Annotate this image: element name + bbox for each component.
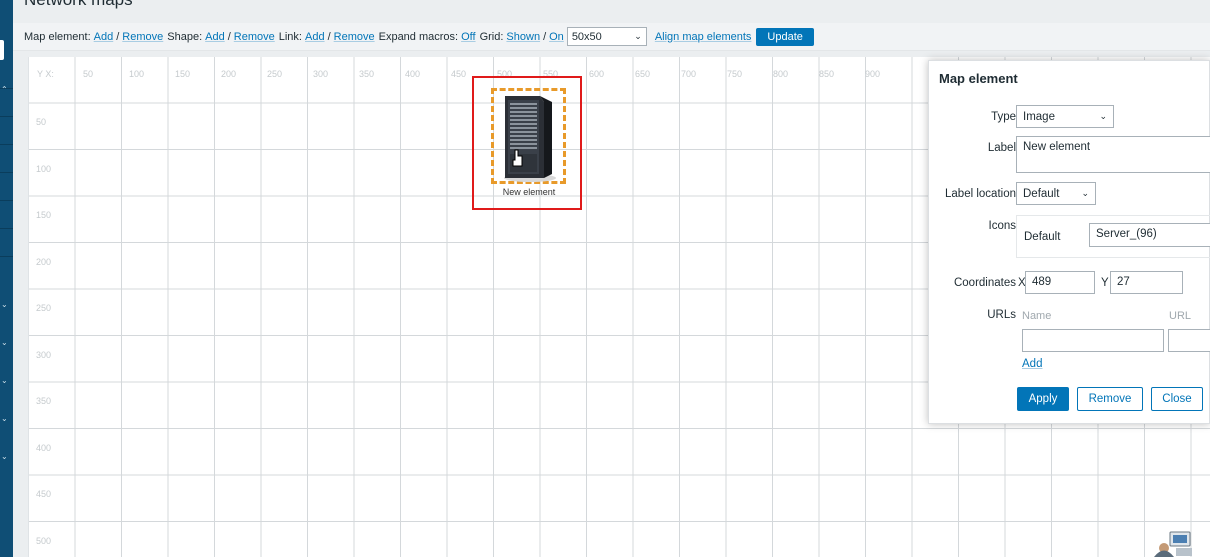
chevron-down-icon: ⌄ — [1099, 111, 1107, 121]
expand-macros-toggle[interactable]: Off — [461, 31, 475, 43]
panel-title: Map element — [939, 71, 1018, 86]
type-value: Image — [1023, 110, 1055, 123]
chevron-down-icon[interactable]: ⌄ — [1, 414, 8, 423]
chevron-up-icon[interactable]: ⌃ — [1, 85, 8, 94]
y-tick-label: 450 — [36, 489, 52, 499]
x-tick-label: 50 — [83, 69, 94, 79]
separator: / — [116, 30, 120, 43]
grid-on-toggle[interactable]: On — [549, 31, 564, 43]
page-title: Network maps — [24, 0, 133, 10]
sidebar-item[interactable] — [0, 228, 13, 257]
urls-label: URLs — [987, 309, 1016, 321]
y-tick-label: 150 — [36, 210, 52, 220]
y-tick-label: 200 — [36, 256, 52, 267]
sidebar-item[interactable] — [0, 116, 13, 145]
x-tick-label: 900 — [865, 69, 881, 79]
x-tick-label: 250 — [267, 69, 283, 79]
x-tick-label: 200 — [221, 69, 237, 79]
sidebar-item[interactable] — [0, 172, 13, 201]
chevron-down-icon[interactable]: ⌄ — [1, 338, 8, 347]
label-location-label: Label location — [945, 188, 1016, 200]
add-element-link[interactable]: Add — [94, 31, 114, 43]
chevron-down-icon: ⌄ — [634, 31, 642, 41]
url-value-input[interactable] — [1168, 329, 1210, 352]
grid-shown-toggle[interactable]: Shown — [506, 31, 540, 43]
grid-size-value: 50x50 — [571, 30, 602, 43]
label-location-select[interactable]: Default ⌄ — [1016, 182, 1096, 205]
x-tick-label: 100 — [129, 69, 145, 79]
remove-element-link[interactable]: Remove — [122, 31, 163, 43]
server-icon[interactable] — [500, 92, 556, 184]
grid-label: Grid: — [479, 30, 504, 43]
urls-table: Name URL Add — [1016, 304, 1210, 374]
chevron-down-icon[interactable]: ⌄ — [1, 376, 8, 385]
y-tick-label: 50 — [36, 117, 47, 127]
icons-label: Icons — [988, 220, 1017, 232]
label-location-value: Default — [1023, 187, 1060, 200]
remove-shape-link[interactable]: Remove — [234, 31, 275, 43]
sidebar: ⌃ ⌄ ⌄ ⌄ ⌄ ⌄ — [0, 0, 13, 557]
y-coord-label: Y — [1101, 277, 1109, 289]
x-tick-label: 400 — [405, 69, 421, 79]
chevron-down-icon: ⌄ — [1081, 188, 1089, 198]
sidebar-item[interactable] — [0, 144, 13, 173]
align-map-elements-link[interactable]: Align map elements — [655, 31, 752, 43]
apply-button[interactable]: Apply — [1017, 387, 1069, 411]
coordinates-label: Coordinates — [953, 277, 1016, 289]
separator: / — [327, 30, 331, 43]
remove-link-link[interactable]: Remove — [334, 31, 375, 43]
sidebar-item[interactable] — [0, 200, 13, 229]
grid-size-select[interactable]: 50x50 ⌄ — [566, 27, 647, 46]
y-tick-label: 100 — [36, 163, 52, 174]
x-tick-label: Y X: — [37, 69, 54, 79]
icon-default-select[interactable]: Server_(96) — [1089, 223, 1210, 247]
type-select[interactable]: Image ⌄ — [1016, 105, 1114, 128]
expand-macros-label: Expand macros: — [378, 30, 459, 43]
map-element-label: New element — [502, 187, 556, 197]
x-tick-label: 450 — [451, 69, 467, 79]
icons-box: Default Server_(96) — [1016, 215, 1210, 258]
add-link-link[interactable]: Add — [305, 31, 325, 43]
shape-label: Shape: — [167, 30, 203, 43]
remove-button[interactable]: Remove — [1077, 387, 1143, 411]
map-toolbar: Map element: Add / Remove Shape: Add / Remov… — [13, 23, 1210, 51]
close-button[interactable]: Close — [1151, 387, 1203, 411]
x-coordinate-input[interactable]: 489 — [1025, 271, 1095, 294]
y-coordinate-input[interactable]: 27 — [1110, 271, 1183, 294]
webcam-overlay-icon — [1154, 531, 1192, 557]
urls-name-header: Name — [1022, 310, 1052, 322]
x-tick-label: 300 — [313, 69, 329, 79]
x-tick-label: 150 — [175, 69, 191, 79]
chevron-down-icon[interactable]: ⌄ — [1, 300, 8, 309]
separator: / — [543, 30, 547, 43]
link-label: Link: — [278, 30, 302, 43]
url-name-input[interactable] — [1022, 329, 1164, 352]
sidebar-selected-indicator — [0, 40, 4, 60]
add-shape-link[interactable]: Add — [205, 31, 225, 43]
urls-url-header: URL — [1169, 310, 1192, 322]
x-tick-label: 750 — [727, 69, 743, 79]
map-element-panel: Map element Type Image ⌄ Label New eleme… — [928, 60, 1210, 424]
x-tick-label: 350 — [359, 69, 375, 79]
x-tick-label: 650 — [635, 69, 651, 79]
chevron-down-icon[interactable]: ⌄ — [1, 452, 8, 461]
x-tick-label: 850 — [819, 69, 835, 79]
x-tick-label: 800 — [773, 69, 789, 79]
y-tick-label: 500 — [36, 535, 52, 546]
y-tick-label: 400 — [36, 442, 52, 453]
y-tick-label: 350 — [36, 396, 52, 406]
label-textarea[interactable]: New element — [1016, 136, 1210, 173]
separator: / — [227, 30, 231, 43]
icons-default-label: Default — [1024, 231, 1061, 243]
label-label: Label — [987, 142, 1016, 154]
type-label: Type — [991, 111, 1016, 123]
map-element-label: Map element: — [24, 30, 91, 43]
x-tick-label: 600 — [589, 69, 605, 79]
update-button[interactable]: Update — [756, 27, 814, 46]
x-tick-label: 700 — [681, 69, 697, 79]
y-tick-label: 300 — [36, 349, 52, 360]
y-tick-label: 250 — [36, 303, 52, 313]
add-url-link[interactable]: Add — [1022, 358, 1042, 370]
